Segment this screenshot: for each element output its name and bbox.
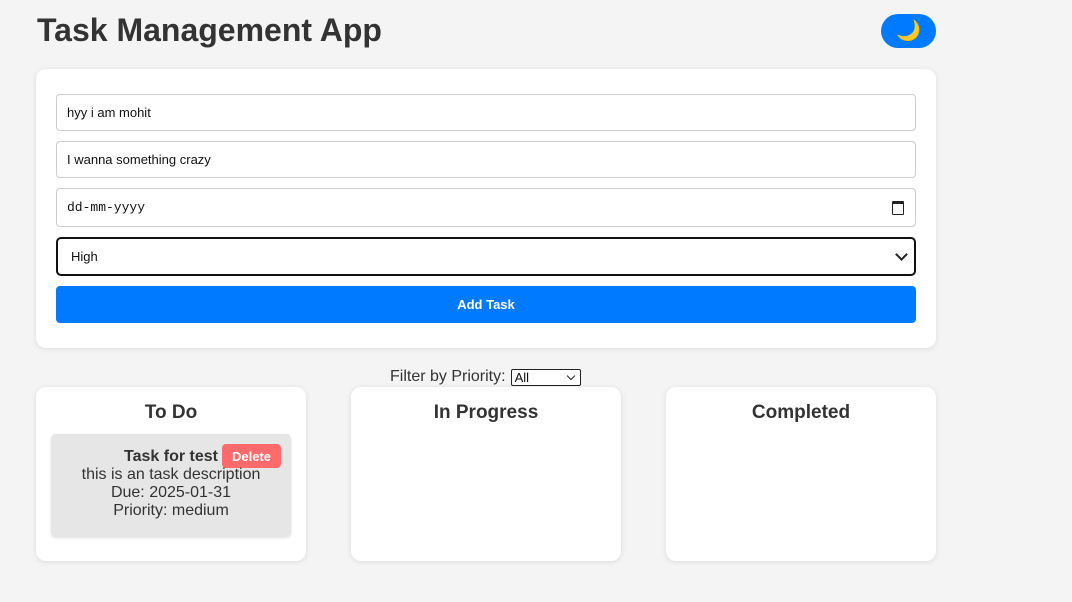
task-title-value: hyy i am mohit [67,105,151,120]
filter-label: Filter by Priority: [390,368,506,385]
due-date-input[interactable]: dd-mm-yyyy [56,188,916,227]
calendar-icon[interactable] [892,200,904,215]
column-todo: To Do Task for test Delete this is an ta… [36,387,306,561]
task-card[interactable]: Task for test Delete this is an task des… [51,434,291,537]
priority-select[interactable]: High [56,237,916,276]
task-description-input[interactable]: I wanna something crazy [56,141,916,178]
column-title: In Progress [433,402,539,423]
task-card-due-date: Due: 2025-01-31 [110,484,232,501]
theme-toggle-button[interactable]: 🌙 [881,14,936,48]
column-in-progress: In Progress [351,387,621,561]
task-form: hyy i am mohit I wanna something crazy d… [36,69,936,348]
priority-filter: Filter by Priority: All [390,367,581,387]
task-description-value: I wanna something crazy [67,152,211,167]
header: Task Management App 🌙 [36,0,936,62]
delete-task-button[interactable]: Delete [222,444,281,468]
chevron-down-icon [895,247,908,261]
task-card-priority: Priority: medium [113,502,229,519]
filter-selected-value: All [514,369,530,385]
task-card-description: this is an task description [81,466,261,483]
page-title: Task Management App [37,12,382,48]
chevron-down-icon [566,371,575,380]
column-title: To Do [144,402,198,423]
task-title-input[interactable]: hyy i am mohit [56,94,916,131]
app-root: Task Management App 🌙 hyy i am mohit I w… [0,0,1072,602]
column-title: Completed [751,402,851,423]
column-completed: Completed [666,387,936,561]
priority-selected-value: High [71,249,98,264]
due-date-placeholder: dd-mm-yyyy [67,200,146,215]
add-task-button[interactable]: Add Task [56,286,916,323]
filter-priority-select[interactable]: All [510,368,581,386]
moon-icon: 🌙 [896,20,921,42]
